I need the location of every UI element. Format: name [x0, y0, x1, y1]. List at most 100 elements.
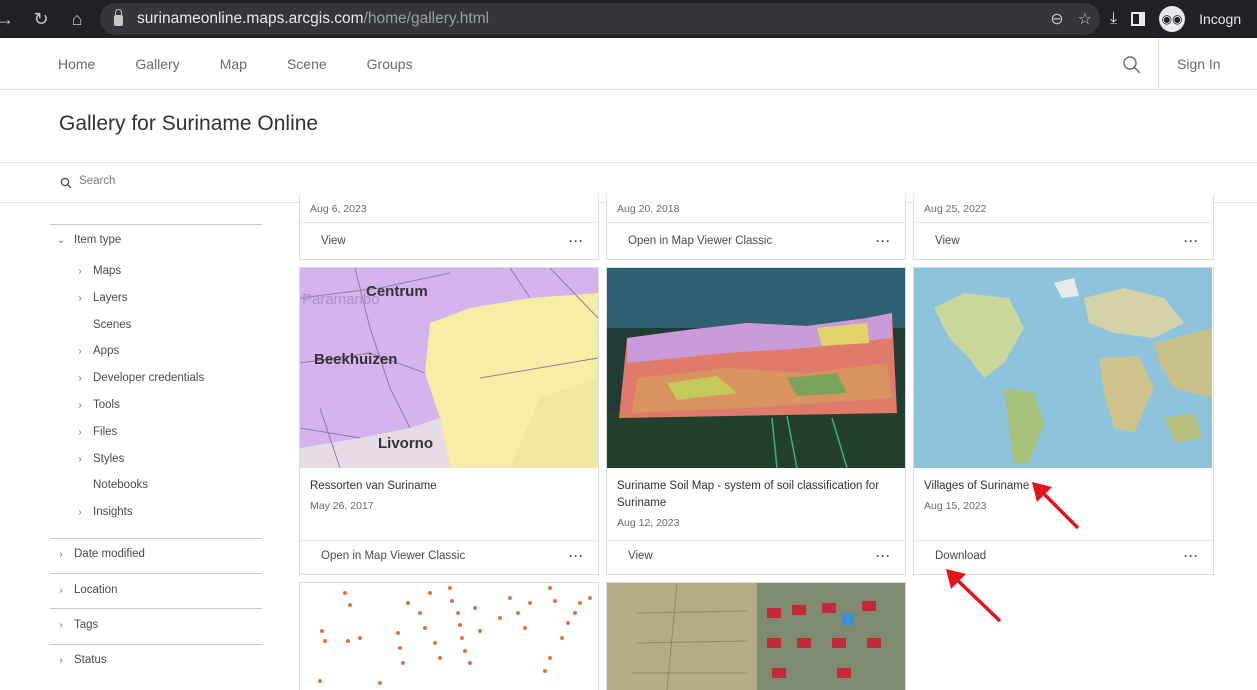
- card-title[interactable]: Suriname Soil Map - system of soil class…: [617, 478, 897, 512]
- sidebar-item-styles[interactable]: › Styles: [75, 453, 124, 465]
- lock-icon: [114, 9, 123, 26]
- sidebar-item-layers[interactable]: › Layers: [75, 292, 128, 304]
- chevron-right-icon: ›: [78, 453, 82, 465]
- card-date: Aug 20, 2018: [617, 203, 680, 215]
- filter-label: Tags: [74, 619, 99, 631]
- sidebar-item-developer-credentials[interactable]: › Developer credentials: [75, 372, 204, 384]
- card-thumbnail[interactable]: Paramaribo Centrum Beekhuizen Livorno: [300, 268, 598, 468]
- sidebar-item-apps[interactable]: › Apps: [75, 345, 119, 357]
- reload-icon[interactable]: ↻: [24, 0, 58, 38]
- filter-tags[interactable]: › Tags: [56, 619, 98, 631]
- card-thumbnail[interactable]: [300, 583, 598, 690]
- card-action-button[interactable]: View: [935, 235, 960, 247]
- card-date: Aug 25, 2022: [924, 203, 987, 215]
- sidebar-item-label: Insights: [93, 506, 133, 518]
- more-options-icon[interactable]: ···: [876, 234, 891, 248]
- nav-gallery[interactable]: Gallery: [135, 56, 179, 72]
- chevron-right-icon: ›: [78, 265, 82, 277]
- filter-date-modified[interactable]: › Date modified: [56, 548, 145, 560]
- divider: [50, 538, 262, 539]
- chevron-down-icon: ⌄: [56, 234, 66, 246]
- card-title[interactable]: Ressorten van Suriname: [310, 478, 590, 495]
- sidebar-item-tools[interactable]: › Tools: [75, 399, 120, 411]
- annotation-arrow: [946, 569, 1002, 623]
- nav-home[interactable]: Home: [58, 56, 95, 72]
- sign-in-link[interactable]: Sign In: [1177, 38, 1221, 90]
- more-options-icon[interactable]: ···: [876, 549, 891, 563]
- url-path: /home/gallery.html: [363, 10, 490, 27]
- chevron-right-icon: ›: [78, 292, 82, 304]
- card-action-button[interactable]: View: [321, 235, 346, 247]
- incognito-icon[interactable]: ◉◉: [1159, 6, 1186, 32]
- card-date: Aug 12, 2023: [617, 517, 680, 529]
- gallery-card: Aug 6, 2023 View ···: [299, 195, 599, 260]
- more-options-icon[interactable]: ···: [569, 549, 584, 563]
- forward-icon[interactable]: →: [0, 0, 22, 38]
- gallery-card[interactable]: [606, 582, 906, 690]
- sidebar-item-label: Layers: [93, 292, 128, 304]
- download-button[interactable]: Download: [935, 550, 986, 562]
- chevron-right-icon: ›: [78, 426, 82, 438]
- sidebar-item-label: Apps: [93, 345, 120, 357]
- chevron-right-icon: ›: [59, 619, 63, 631]
- divider: [914, 540, 1212, 541]
- url-host: surinameonline.maps.arcgis.com: [137, 10, 364, 27]
- card-date: Aug 6, 2023: [310, 203, 367, 215]
- more-options-icon[interactable]: ···: [569, 234, 584, 248]
- map-label: Beekhuizen: [314, 351, 397, 368]
- filter-item-type[interactable]: ⌄ Item type: [56, 234, 122, 246]
- main-nav: Home Gallery Map Scene Groups: [58, 38, 413, 90]
- sidebar-item-files[interactable]: › Files: [75, 426, 117, 438]
- zoom-icon[interactable]: ⊖: [1050, 9, 1063, 29]
- profile-label: Incogn: [1199, 11, 1242, 27]
- gallery-card[interactable]: Paramaribo Centrum Beekhuizen Livorno Re…: [299, 267, 599, 575]
- nav-scene[interactable]: Scene: [287, 56, 327, 72]
- side-panel-icon[interactable]: [1131, 12, 1146, 26]
- gallery-card: Aug 20, 2018 Open in Map Viewer Classic …: [606, 195, 906, 260]
- chevron-right-icon: ›: [78, 345, 82, 357]
- card-action-button[interactable]: Open in Map Viewer Classic: [628, 235, 772, 247]
- sidebar-item-insights[interactable]: › Insights: [75, 506, 133, 518]
- annotation-arrow: [1032, 482, 1080, 530]
- home-icon[interactable]: ⌂: [60, 0, 94, 38]
- sidebar-item-label: Styles: [93, 453, 125, 465]
- nav-map[interactable]: Map: [220, 56, 247, 72]
- gallery-card[interactable]: [299, 582, 599, 690]
- nav-groups[interactable]: Groups: [367, 56, 413, 72]
- search-icon: [60, 177, 72, 189]
- sidebar-item-label: Notebooks: [93, 479, 148, 491]
- chevron-right-icon: ›: [78, 399, 82, 411]
- download-icon[interactable]: ⤓: [1110, 10, 1117, 28]
- bookmark-star-icon[interactable]: ☆: [1078, 9, 1092, 29]
- map-label: Centrum: [366, 283, 428, 300]
- divider: [50, 644, 262, 645]
- more-options-icon[interactable]: ···: [1184, 549, 1199, 563]
- divider: [607, 222, 905, 223]
- divider: [300, 222, 598, 223]
- filter-status[interactable]: › Status: [56, 654, 106, 666]
- address-bar[interactable]: surinameonline.maps.arcgis.com/home/gall…: [100, 3, 1100, 35]
- divider: [607, 540, 905, 541]
- chevron-right-icon: ›: [59, 548, 63, 560]
- open-map-viewer-button[interactable]: Open in Map Viewer Classic: [321, 550, 465, 562]
- card-thumbnail[interactable]: [914, 268, 1212, 468]
- chevron-right-icon: ›: [59, 584, 63, 596]
- sidebar-item-maps[interactable]: › Maps: [75, 265, 121, 277]
- sidebar-item-scenes[interactable]: Scenes: [93, 319, 131, 331]
- card-thumbnail[interactable]: [607, 268, 905, 468]
- chevron-right-icon: ›: [78, 372, 82, 384]
- sidebar-item-label: Developer credentials: [93, 372, 205, 384]
- chevron-right-icon: ›: [59, 654, 63, 666]
- card-thumbnail[interactable]: [607, 583, 905, 690]
- sidebar-item-notebooks[interactable]: Notebooks: [93, 479, 148, 491]
- gallery-card[interactable]: Suriname Soil Map - system of soil class…: [606, 267, 906, 575]
- divider: [50, 608, 262, 609]
- header-divider: [1158, 38, 1159, 90]
- search-input[interactable]: Search: [79, 175, 115, 187]
- page-title: Gallery for Suriname Online: [59, 112, 319, 135]
- search-icon[interactable]: [1122, 55, 1142, 75]
- filter-location[interactable]: › Location: [56, 584, 117, 596]
- map-label: Livorno: [378, 435, 433, 452]
- view-button[interactable]: View: [628, 550, 653, 562]
- more-options-icon[interactable]: ···: [1184, 234, 1199, 248]
